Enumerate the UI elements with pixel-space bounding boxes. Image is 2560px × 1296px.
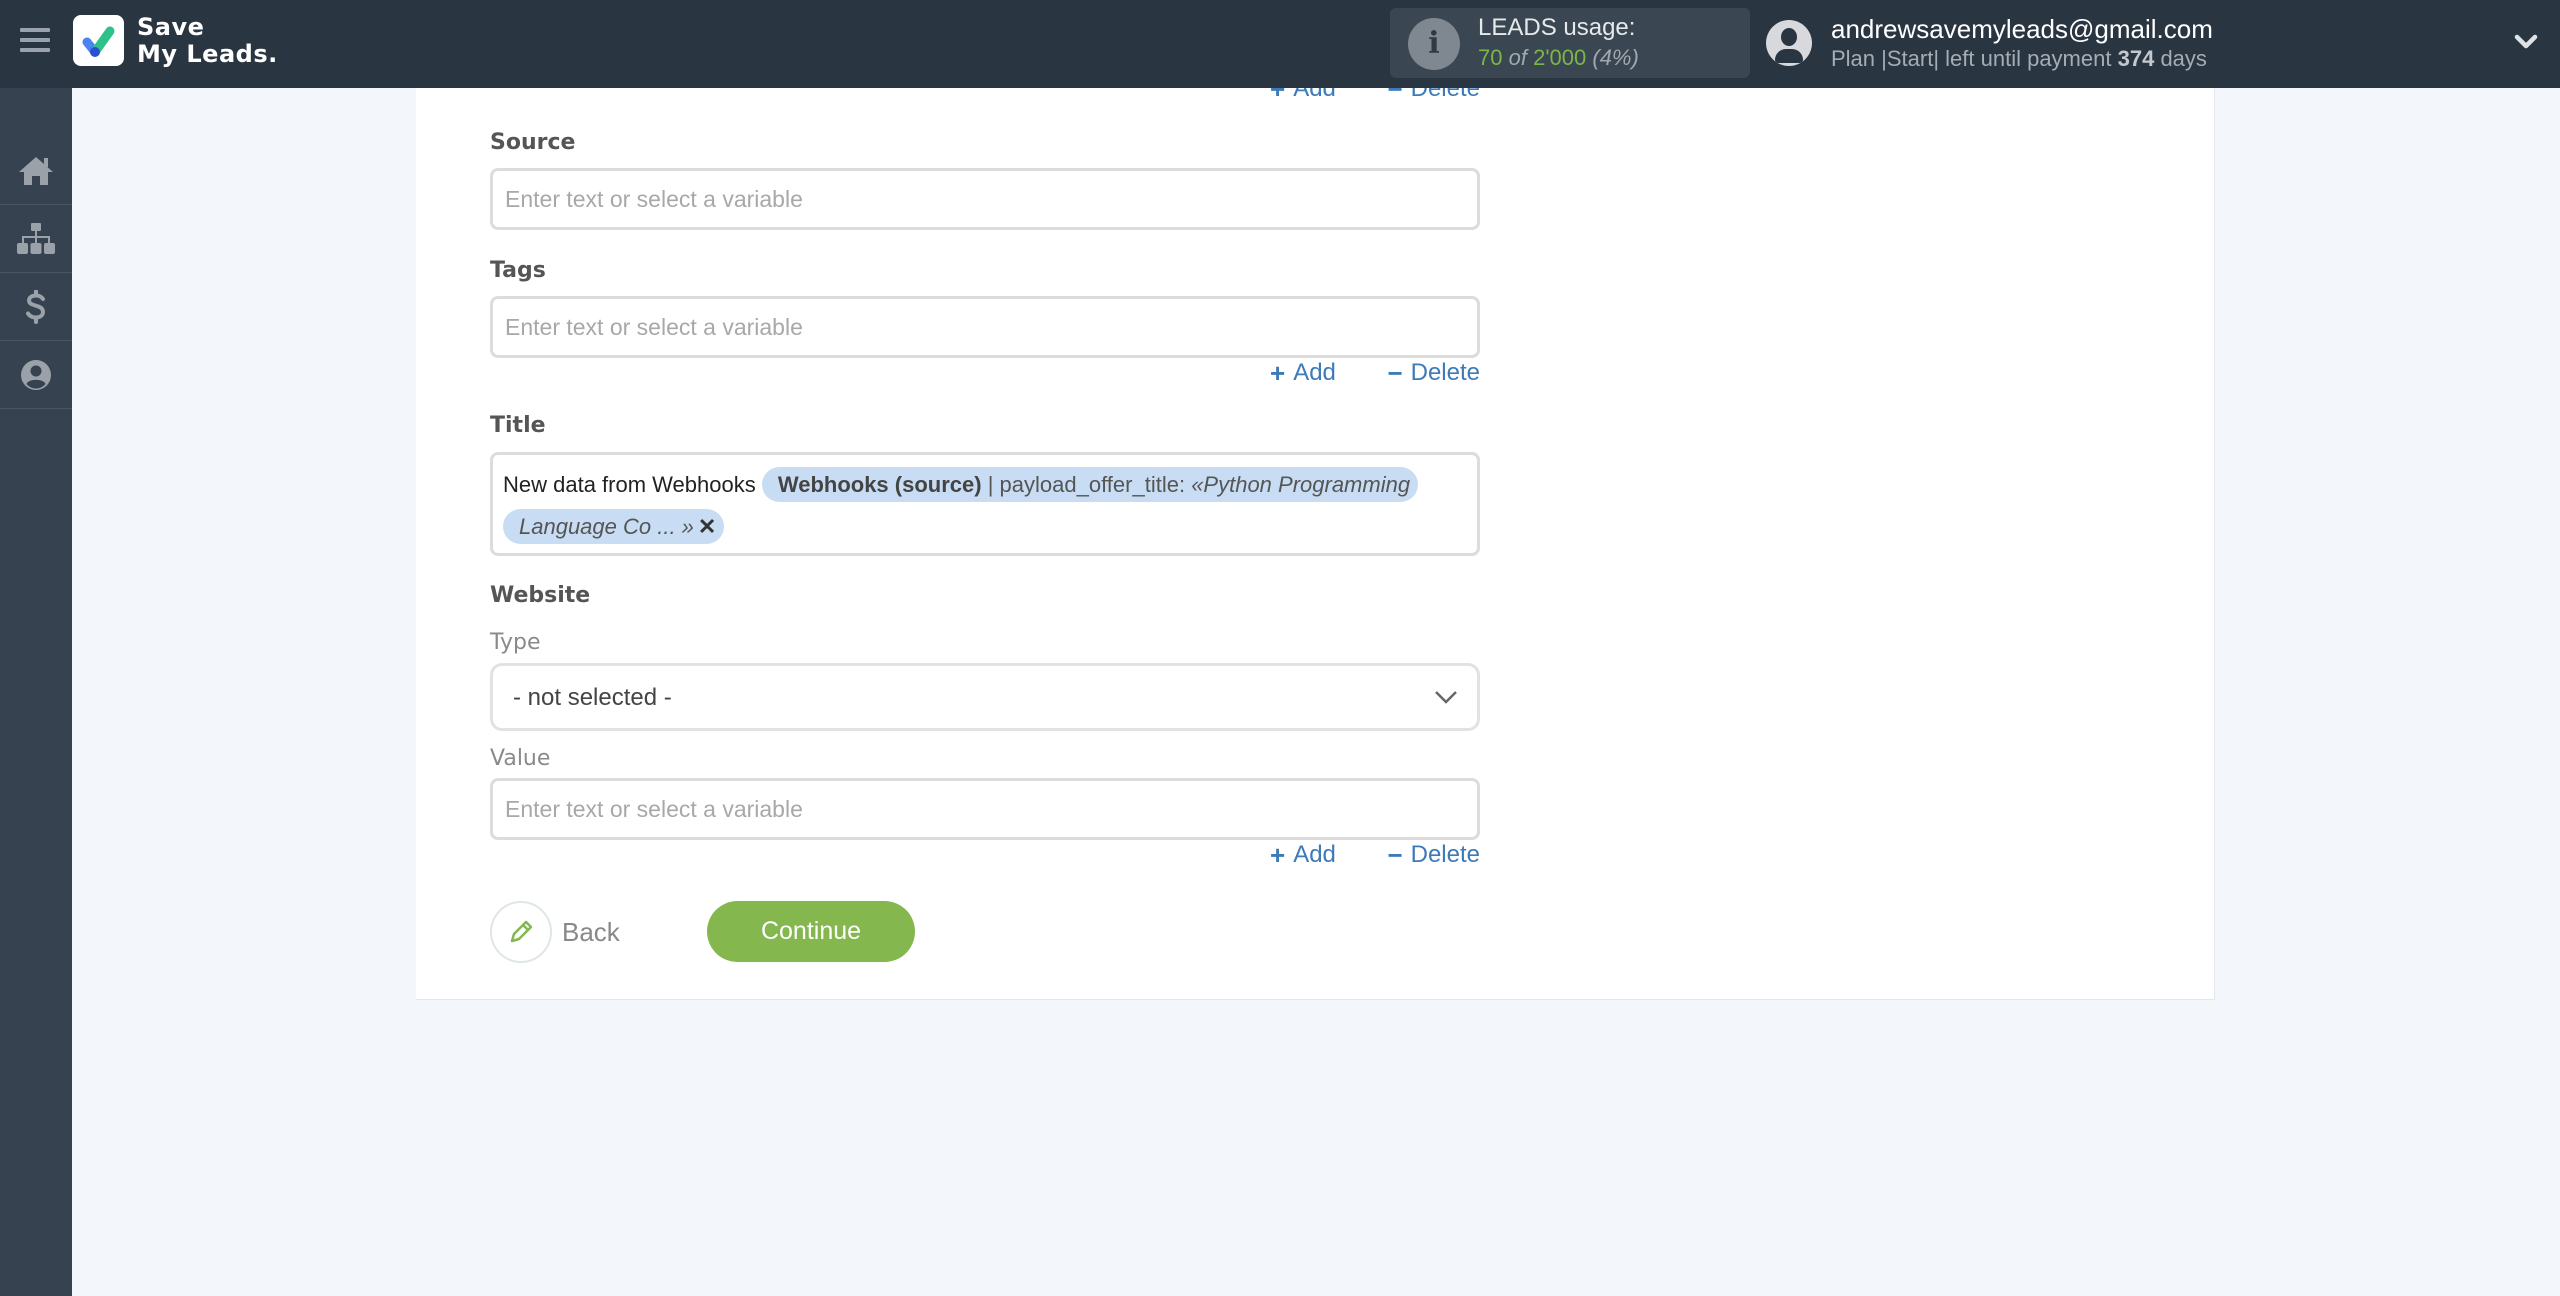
usage-limit: 2'000 — [1533, 45, 1587, 70]
title-input[interactable]: New data from Webhooks Webhooks (source)… — [490, 452, 1480, 556]
continue-button[interactable]: Continue — [707, 901, 915, 962]
usage-percent: (4%) — [1592, 45, 1639, 70]
chip-source: Webhooks (source) — [777, 472, 982, 497]
type-selected-value: - not selected - — [513, 684, 672, 711]
delete-label: Delete — [1410, 841, 1480, 868]
website-label: Website — [490, 583, 591, 608]
info-icon: i — [1408, 18, 1460, 70]
menu-toggle-button[interactable] — [20, 28, 50, 54]
website-delete-button[interactable]: − Delete — [1387, 840, 1480, 870]
user-circle-icon — [21, 359, 51, 390]
chip-remove-icon[interactable]: ✕ — [698, 514, 716, 539]
logo-icon[interactable] — [73, 15, 124, 66]
usage-title: LEADS usage: — [1478, 14, 1636, 41]
usage-value: 70 of 2'000 (4%) — [1478, 45, 1639, 71]
plus-icon: + — [1270, 839, 1286, 870]
title-label: Title — [490, 413, 546, 438]
back-circle — [490, 901, 552, 963]
dollar-icon — [26, 289, 46, 324]
tags-delete-button[interactable]: − Delete — [1387, 358, 1480, 388]
chip-field: payload_offer_title: — [999, 472, 1186, 497]
value-label: Value — [490, 746, 551, 771]
title-static-text: New data from Webhooks — [503, 472, 756, 497]
tags-actions: + Add − Delete — [1270, 358, 1480, 388]
sidebar-item-home[interactable] — [0, 137, 72, 205]
brand-line-1: Save — [137, 13, 205, 41]
type-select[interactable]: - not selected - — [490, 663, 1480, 731]
back-button[interactable]: Back — [490, 901, 620, 963]
sitemap-icon — [17, 222, 55, 254]
usage-of: of — [1508, 45, 1527, 70]
user-avatar-icon[interactable] — [1766, 20, 1812, 66]
hamburger-icon-bar — [20, 38, 50, 42]
minus-icon: − — [1387, 839, 1403, 870]
website-actions: + Add − Delete — [1270, 840, 1480, 870]
tags-field — [490, 296, 1480, 358]
hamburger-icon-bar — [20, 48, 50, 52]
account-dropdown-chevron-icon[interactable] — [2512, 30, 2540, 54]
source-label: Source — [490, 130, 576, 155]
chevron-down-icon — [1435, 691, 1457, 704]
hamburger-icon-bar — [20, 28, 50, 32]
usage-used: 70 — [1478, 45, 1503, 70]
delete-label: Delete — [1410, 359, 1480, 386]
days-suffix: days — [2160, 46, 2207, 71]
plan-text: Plan |Start| left until payment — [1831, 46, 2112, 71]
value-field — [490, 778, 1480, 840]
user-plan-info: Plan |Start| left until payment 374 days — [1831, 46, 2207, 72]
type-label: Type — [490, 630, 541, 655]
tags-input[interactable] — [493, 299, 1477, 355]
add-label: Add — [1293, 841, 1336, 868]
website-add-button[interactable]: + Add — [1270, 840, 1336, 870]
source-field — [490, 168, 1480, 230]
source-input[interactable] — [493, 171, 1477, 227]
user-email[interactable]: andrewsavemyleads@gmail.com — [1831, 14, 2213, 45]
brand-line-2: My Leads. — [137, 40, 278, 68]
sidebar-item-account[interactable] — [0, 341, 72, 409]
plus-icon: + — [1270, 357, 1286, 388]
sidebar-item-billing[interactable] — [0, 273, 72, 341]
value-input[interactable] — [493, 781, 1477, 837]
add-label: Add — [1293, 359, 1336, 386]
pencil-icon — [510, 920, 533, 943]
top-header: Save My Leads. i LEADS usage: 70 of 2'00… — [0, 0, 2560, 88]
brand-name[interactable]: Save My Leads. — [137, 14, 278, 68]
back-label: Back — [562, 916, 620, 947]
chip-separator: | — [981, 472, 1000, 497]
days-left: 374 — [2117, 46, 2155, 71]
sidebar-item-connections[interactable] — [0, 205, 72, 273]
leads-usage-panel: i LEADS usage: 70 of 2'000 (4%) — [1390, 8, 1750, 78]
tags-add-button[interactable]: + Add — [1270, 358, 1336, 388]
minus-icon: − — [1387, 357, 1403, 388]
sidebar — [0, 88, 72, 1296]
home-icon — [19, 156, 53, 185]
tags-label: Tags — [490, 258, 546, 283]
